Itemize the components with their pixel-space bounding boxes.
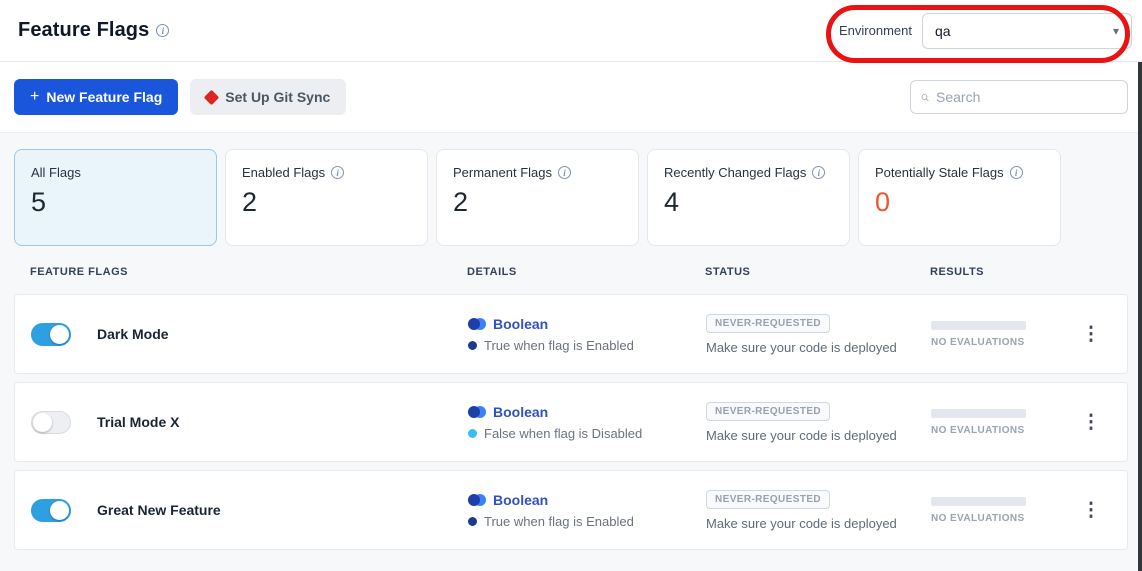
- stat-label: Permanent Flags: [453, 165, 552, 180]
- flag-type: Boolean: [493, 492, 548, 508]
- flag-name[interactable]: Dark Mode: [97, 326, 169, 342]
- info-icon[interactable]: i: [1010, 166, 1023, 179]
- results-text: NO EVALUATIONS: [931, 425, 1071, 436]
- page-header: Feature Flags i Environment qa ▾: [0, 0, 1142, 62]
- title-wrap: Feature Flags i: [18, 19, 169, 42]
- results-text: NO EVALUATIONS: [931, 513, 1071, 524]
- git-sync-icon: [204, 89, 220, 105]
- flag-type: Boolean: [493, 404, 548, 420]
- rule-dot-icon: [468, 429, 477, 438]
- stat-value: 0: [875, 187, 1044, 218]
- stat-label: All Flags: [31, 165, 81, 180]
- stat-card-permanent-flags[interactable]: Permanent Flags i 2: [436, 149, 639, 246]
- status-badge: NEVER-REQUESTED: [706, 490, 830, 509]
- search-box[interactable]: [910, 80, 1128, 114]
- column-header-details: DETAILS: [467, 266, 705, 278]
- chevron-down-icon: ▾: [1113, 25, 1119, 37]
- content-area: All Flags 5 Enabled Flags i 2 Permanent …: [0, 132, 1142, 571]
- results-text: NO EVALUATIONS: [931, 337, 1071, 348]
- stat-card-all-flags[interactable]: All Flags 5: [14, 149, 217, 246]
- environment-wrap: Environment qa ▾: [839, 13, 1132, 49]
- environment-label: Environment: [839, 23, 912, 38]
- info-icon[interactable]: i: [156, 24, 169, 37]
- results-bar: [931, 497, 1026, 506]
- info-icon[interactable]: i: [558, 166, 571, 179]
- column-header-feature-flags: FEATURE FLAGS: [30, 266, 467, 278]
- status-badge: NEVER-REQUESTED: [706, 314, 830, 333]
- stats-row: All Flags 5 Enabled Flags i 2 Permanent …: [14, 149, 1128, 246]
- stat-label: Recently Changed Flags: [664, 165, 806, 180]
- new-feature-flag-label: New Feature Flag: [46, 89, 162, 105]
- stat-label: Potentially Stale Flags: [875, 165, 1004, 180]
- plus-icon: +: [30, 89, 39, 105]
- flag-name[interactable]: Trial Mode X: [97, 414, 179, 430]
- flag-toggle[interactable]: [31, 499, 71, 522]
- status-text: Make sure your code is deployed: [706, 516, 897, 531]
- flag-toggle[interactable]: [31, 323, 71, 346]
- new-feature-flag-button[interactable]: + New Feature Flag: [14, 79, 178, 115]
- search-icon: [921, 90, 929, 105]
- rule-text: True when flag is Enabled: [484, 514, 634, 529]
- stat-label: Enabled Flags: [242, 165, 325, 180]
- stat-value: 2: [242, 187, 411, 218]
- boolean-type-icon: [468, 406, 486, 418]
- stat-value: 5: [31, 187, 200, 218]
- toolbar: + New Feature Flag Set Up Git Sync: [0, 62, 1142, 132]
- results-bar: [931, 321, 1026, 330]
- search-input[interactable]: [936, 89, 1117, 105]
- row-menu-kebab-icon[interactable]: ⋮: [1071, 321, 1111, 348]
- boolean-type-icon: [468, 318, 486, 330]
- row-menu-kebab-icon[interactable]: ⋮: [1071, 409, 1111, 436]
- stat-card-potentially-stale-flags[interactable]: Potentially Stale Flags i 0: [858, 149, 1061, 246]
- flag-toggle[interactable]: [31, 411, 71, 434]
- rule-dot-icon: [468, 517, 477, 526]
- feature-flags-page: Feature Flags i Environment qa ▾ + New F…: [0, 0, 1142, 571]
- info-icon[interactable]: i: [812, 166, 825, 179]
- stat-card-recently-changed-flags[interactable]: Recently Changed Flags i 4: [647, 149, 850, 246]
- status-badge: NEVER-REQUESTED: [706, 402, 830, 421]
- column-header-results: RESULTS: [930, 266, 1072, 278]
- flag-name[interactable]: Great New Feature: [97, 502, 221, 518]
- table-row: Great New Feature Boolean True when flag…: [14, 470, 1128, 550]
- rule-text: False when flag is Disabled: [484, 426, 642, 441]
- rule-dot-icon: [468, 341, 477, 350]
- page-title: Feature Flags: [18, 19, 149, 42]
- table-header: FEATURE FLAGS DETAILS STATUS RESULTS: [14, 250, 1128, 294]
- window-edge: [1138, 62, 1142, 571]
- stat-value: 2: [453, 187, 622, 218]
- info-icon[interactable]: i: [331, 166, 344, 179]
- git-sync-label: Set Up Git Sync: [225, 89, 330, 105]
- table-row: Dark Mode Boolean True when flag is Enab…: [14, 294, 1128, 374]
- environment-select[interactable]: qa ▾: [922, 13, 1132, 49]
- flag-rows: Dark Mode Boolean True when flag is Enab…: [14, 294, 1128, 550]
- status-text: Make sure your code is deployed: [706, 340, 897, 355]
- row-menu-kebab-icon[interactable]: ⋮: [1071, 497, 1111, 524]
- flag-type: Boolean: [493, 316, 548, 332]
- boolean-type-icon: [468, 494, 486, 506]
- git-sync-button[interactable]: Set Up Git Sync: [190, 79, 346, 115]
- stat-card-enabled-flags[interactable]: Enabled Flags i 2: [225, 149, 428, 246]
- results-bar: [931, 409, 1026, 418]
- rule-text: True when flag is Enabled: [484, 338, 634, 353]
- environment-value: qa: [935, 23, 951, 39]
- table-row: Trial Mode X Boolean False when flag is …: [14, 382, 1128, 462]
- status-text: Make sure your code is deployed: [706, 428, 897, 443]
- stat-value: 4: [664, 187, 833, 218]
- column-header-status: STATUS: [705, 266, 930, 278]
